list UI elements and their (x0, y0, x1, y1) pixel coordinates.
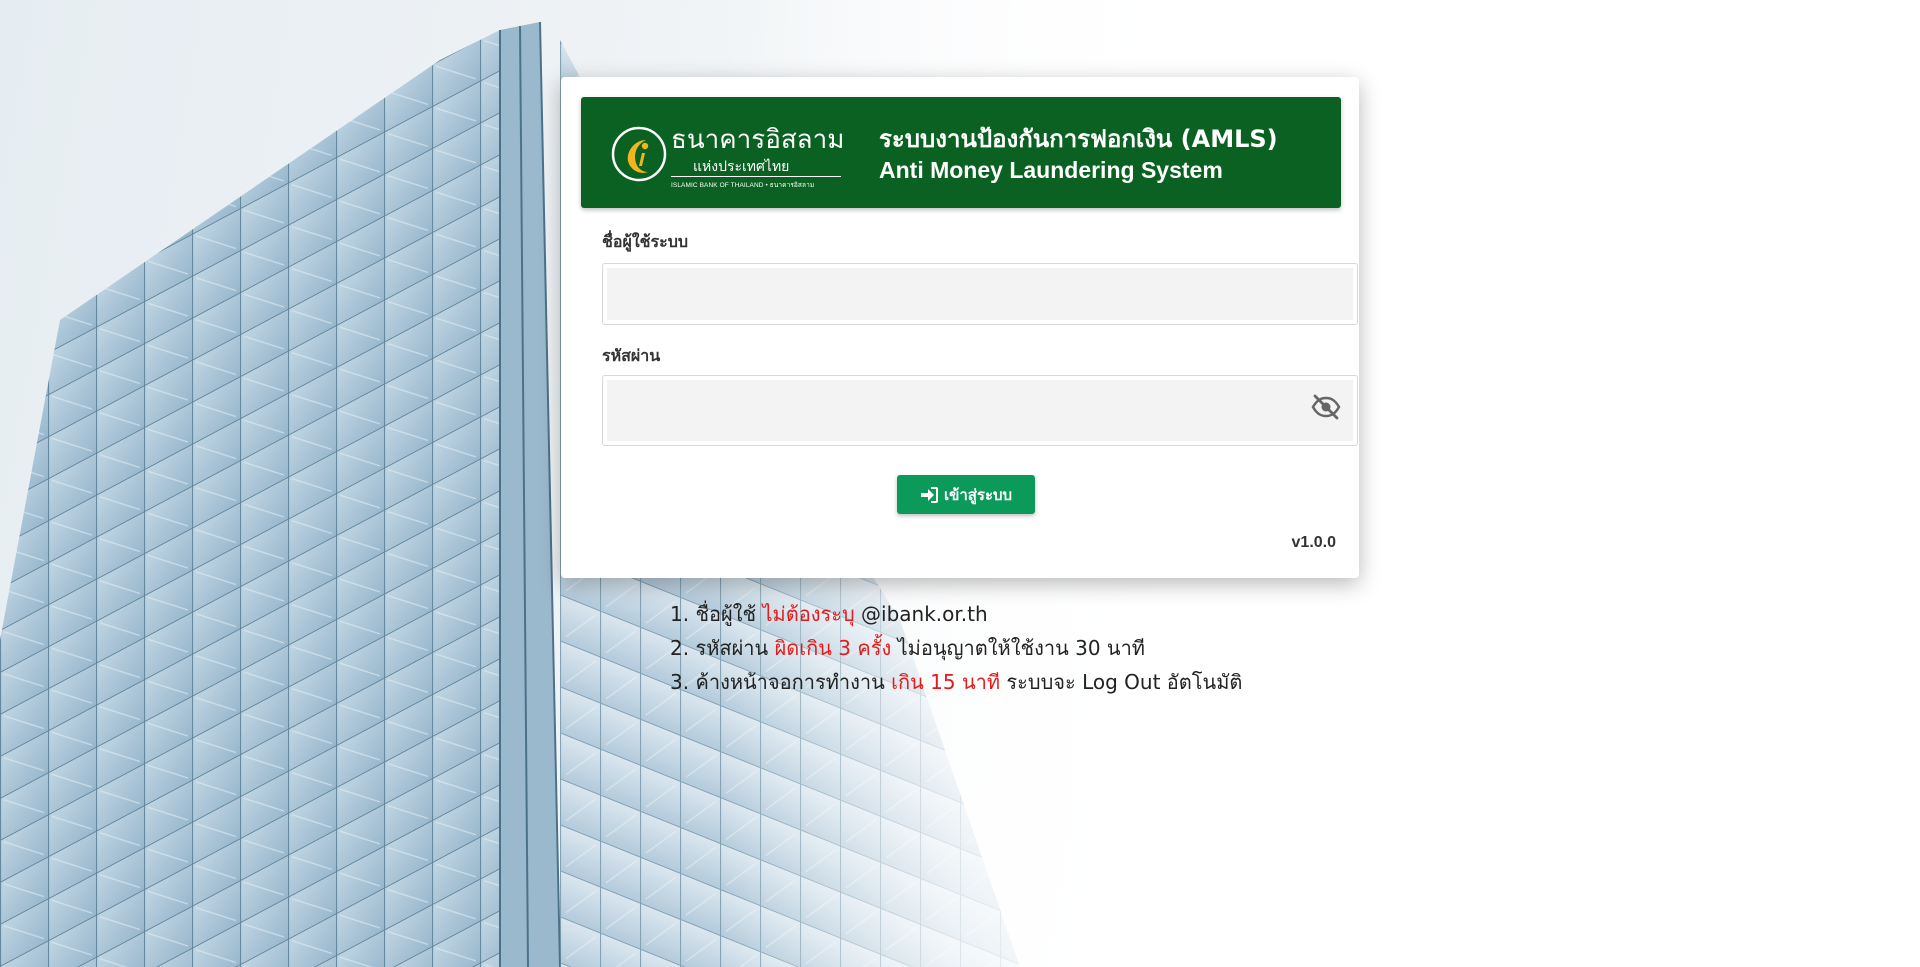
crescent-star-icon (611, 126, 667, 182)
note-item: 2. รหัสผ่าน ผิดเกิน 3 ครั้ง ไม่อนุญาตให้… (670, 631, 1242, 665)
logo-text-english: ISLAMIC BANK OF THAILAND • ธนาคารอิสลาม (671, 182, 815, 189)
eye-slash-icon (1311, 394, 1341, 420)
card-header: ธนาคารอิสลาม แห่งประเทศไทย ISLAMIC BANK … (581, 97, 1341, 208)
note-highlight: ไม่ต้องระบุ (762, 602, 855, 626)
note-text: @ibank.or.th (861, 602, 988, 626)
password-label: รหัสผ่าน (602, 346, 661, 365)
note-number: 1. (670, 602, 690, 626)
login-notes: 1. ชื่อผู้ใช้ ไม่ต้องระบุ @ibank.or.th 2… (670, 597, 1242, 699)
login-button[interactable]: เข้าสู่ระบบ (897, 475, 1035, 514)
note-highlight: ผิดเกิน 3 ครั้ง (774, 636, 892, 660)
note-highlight: เกิน 15 นาที (891, 670, 1001, 694)
logo-text-thai: ธนาคารอิสลาม (671, 125, 845, 155)
system-title-thai: ระบบงานป้องกันการฟอกเงิน (AMLS) (879, 125, 1278, 153)
login-card: ธนาคารอิสลาม แห่งประเทศไทย ISLAMIC BANK … (561, 77, 1359, 578)
username-input[interactable] (607, 268, 1353, 320)
note-item: 1. ชื่อผู้ใช้ ไม่ต้องระบุ @ibank.or.th (670, 597, 1242, 631)
version-label: v1.0.0 (1291, 534, 1336, 551)
note-number: 2. (670, 636, 690, 660)
password-input[interactable] (607, 380, 1353, 441)
note-text: ระบบจะ Log Out อัตโนมัติ (1006, 670, 1243, 694)
sign-in-icon (920, 486, 938, 503)
system-title-english: Anti Money Laundering System (879, 157, 1223, 183)
login-button-label: เข้าสู่ระบบ (943, 485, 1013, 504)
logo-divider (671, 176, 841, 177)
bank-logo: ธนาคารอิสลาม แห่งประเทศไทย ISLAMIC BANK … (599, 106, 849, 200)
note-number: 3. (670, 670, 690, 694)
login-page: ธนาคารอิสลาม แห่งประเทศไทย ISLAMIC BANK … (0, 0, 1920, 967)
note-text: ไม่อนุญาตให้ใช้งาน 30 นาที (897, 636, 1145, 660)
note-text: ค้างหน้าจอการทำงาน (695, 670, 885, 694)
username-field-wrapper (602, 263, 1358, 325)
toggle-password-visibility-button[interactable] (1311, 393, 1341, 421)
username-label: ชื่อผู้ใช้ระบบ (602, 232, 689, 251)
logo-text-thai-sub: แห่งประเทศไทย (693, 159, 790, 175)
note-text: รหัสผ่าน (695, 636, 769, 660)
password-field-wrapper (602, 375, 1358, 446)
note-item: 3. ค้างหน้าจอการทำงาน เกิน 15 นาที ระบบจ… (670, 665, 1242, 699)
note-text: ชื่อผู้ใช้ (695, 602, 757, 626)
